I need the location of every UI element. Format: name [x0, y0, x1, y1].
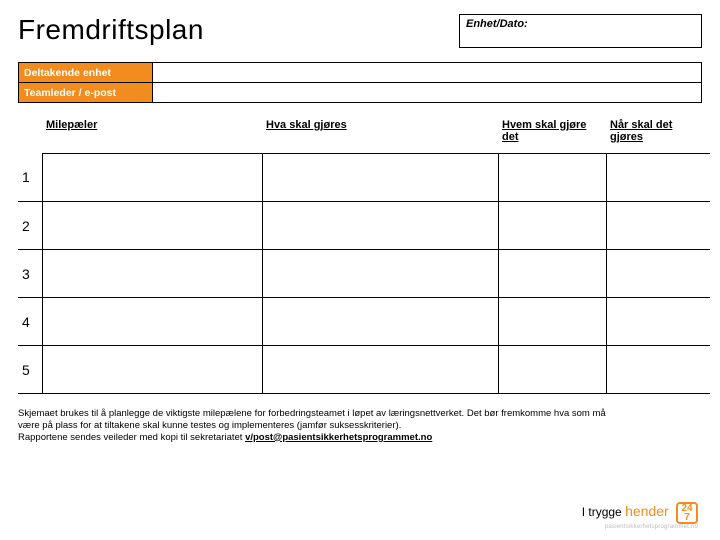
brand-sub: pasientsikkerhetsprogrammet.no [582, 524, 698, 530]
footer-logo: I trygge hender 247 pasientsikkerhetspro… [582, 502, 698, 530]
footnote-email: v/post@pasientsikkerhetsprogrammet.no [245, 432, 432, 443]
cell-milestone[interactable] [42, 202, 262, 250]
page-title: Fremdriftsplan [18, 14, 459, 46]
info-value-leader[interactable] [153, 83, 702, 103]
cell-what[interactable] [262, 346, 498, 394]
cell-who[interactable] [498, 154, 606, 202]
cell-when[interactable] [606, 202, 710, 250]
col-header-who: Hvem skal gjøre det [498, 115, 606, 154]
footnote: Skjemaet brukes til å planlegge de vikti… [18, 408, 618, 444]
info-row: Teamleder / e-post [19, 83, 702, 103]
cell-who[interactable] [498, 298, 606, 346]
table-row: 2 [18, 202, 710, 250]
cell-what[interactable] [262, 298, 498, 346]
cell-who[interactable] [498, 250, 606, 298]
cell-who[interactable] [498, 202, 606, 250]
row-number: 2 [18, 202, 42, 250]
footnote-line2: Rapportene sendes veileder med kopi til … [18, 432, 245, 443]
cell-what[interactable] [262, 202, 498, 250]
col-header-milestones: Milepæler [42, 115, 262, 154]
info-label-unit: Deltakende enhet [19, 63, 153, 83]
info-row: Deltakende enhet [19, 63, 702, 83]
col-header-num [18, 115, 42, 154]
info-table: Deltakende enhet Teamleder / e-post [18, 62, 702, 103]
row-number: 3 [18, 250, 42, 298]
row-number: 5 [18, 346, 42, 394]
unit-date-label: Enhet/Dato: [466, 18, 528, 30]
row-number: 4 [18, 298, 42, 346]
cell-milestone[interactable] [42, 298, 262, 346]
row-number: 1 [18, 154, 42, 202]
cell-when[interactable] [606, 154, 710, 202]
cell-milestone[interactable] [42, 346, 262, 394]
brand-accent: hender [625, 503, 669, 519]
table-row: 3 [18, 250, 710, 298]
cell-who[interactable] [498, 346, 606, 394]
cell-when[interactable] [606, 346, 710, 394]
info-label-leader: Teamleder / e-post [19, 83, 153, 103]
cell-what[interactable] [262, 154, 498, 202]
badge-icon: 247 [676, 502, 698, 524]
footnote-line1: Skjemaet brukes til å planlegge de vikti… [18, 408, 606, 431]
col-header-when: Når skal det gjøres [606, 115, 710, 154]
table-row: 5 [18, 346, 710, 394]
cell-what[interactable] [262, 250, 498, 298]
cell-when[interactable] [606, 298, 710, 346]
info-value-unit[interactable] [153, 63, 702, 83]
milestone-grid: Milepæler Hva skal gjøres Hvem skal gjør… [18, 115, 710, 394]
table-row: 4 [18, 298, 710, 346]
brand-prefix: I trygge [582, 505, 625, 519]
unit-date-box[interactable]: Enhet/Dato: [459, 14, 702, 48]
col-header-what: Hva skal gjøres [262, 115, 498, 154]
cell-when[interactable] [606, 250, 710, 298]
cell-milestone[interactable] [42, 250, 262, 298]
cell-milestone[interactable] [42, 154, 262, 202]
table-row: 1 [18, 154, 710, 202]
